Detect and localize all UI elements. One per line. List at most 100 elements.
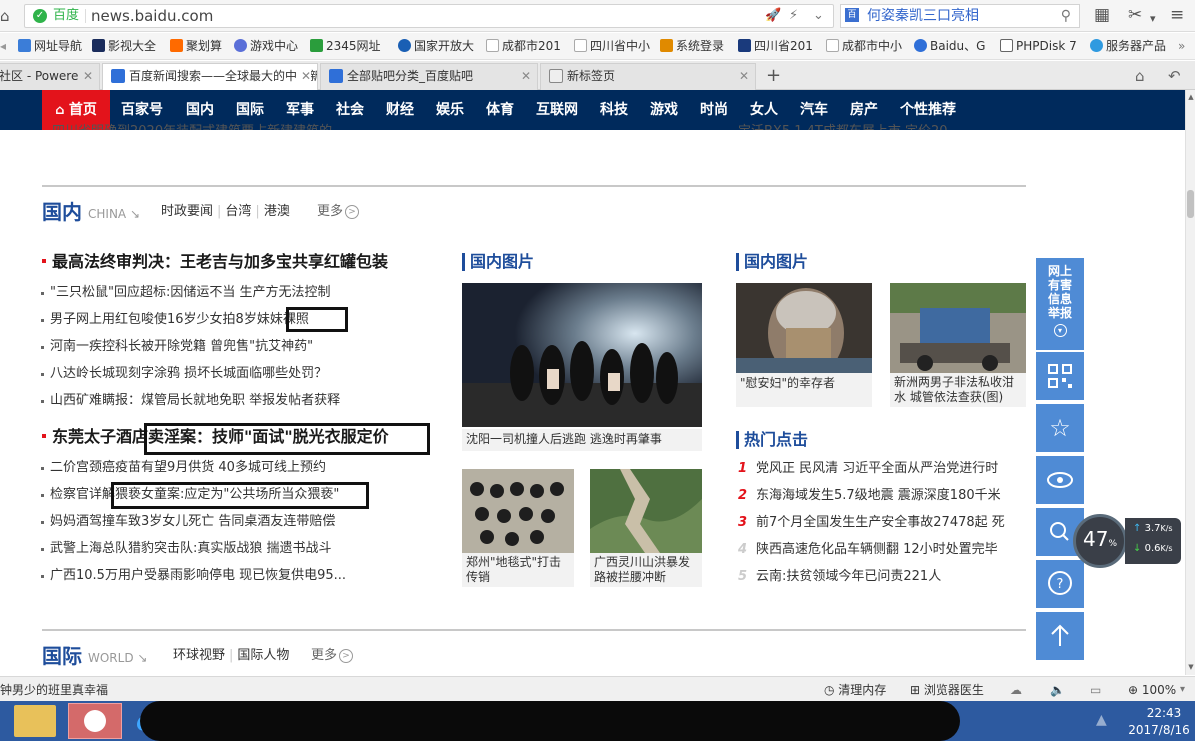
section-title-world[interactable]: 国际 [42, 644, 82, 668]
bookmark-item[interactable]: 成都市中小 [826, 38, 902, 55]
bookmark-item[interactable]: 2345网址 [310, 38, 381, 55]
bookmark-item[interactable]: 游戏中心 [234, 38, 298, 55]
close-icon[interactable]: ✕ [739, 64, 749, 89]
column-title-photos[interactable]: 国内图片 [462, 253, 534, 271]
sublink[interactable]: 国际人物 [237, 648, 289, 663]
scroll-down-arrow[interactable]: ▼ [1187, 662, 1195, 672]
new-tab-button[interactable]: + [766, 65, 781, 87]
search-input[interactable]: 何姿秦凯三口亮相 [867, 7, 979, 25]
bookmark-item[interactable]: PHPDisk 7 [1000, 38, 1077, 55]
browser-doctor-button[interactable]: ⊞ 浏览器医生 [910, 682, 984, 698]
bookmark-item[interactable]: 四川省中小 [574, 38, 650, 55]
photo-caption[interactable]: 沈阳一司机撞人后逃跑 逃逸时再肇事 [462, 429, 702, 451]
bookmark-item[interactable]: 聚划算 [170, 38, 222, 55]
close-icon[interactable]: ✕ [83, 64, 93, 89]
search-engine-icon[interactable]: 百 [845, 8, 859, 22]
bookmarks-more-icon[interactable]: » [1178, 38, 1185, 55]
sublink[interactable]: 港澳 [264, 204, 290, 219]
news-photo[interactable] [590, 469, 702, 553]
sublink[interactable]: 台湾 [225, 204, 251, 219]
bookmark-item[interactable]: 网址导航 [18, 38, 82, 55]
fullscreen-icon[interactable]: ▭ [1090, 682, 1101, 698]
report-button[interactable]: 网上有害信息举报 ▾ [1036, 258, 1084, 350]
bookmark-item[interactable]: 成都市201 [486, 38, 561, 55]
clock-date[interactable]: 2017/8/16 [1126, 722, 1192, 738]
column-title-hot[interactable]: 热门点击 [736, 431, 808, 449]
photo-caption[interactable]: 郑州"地毯式"打击传销 [462, 553, 574, 587]
photo-caption[interactable]: 广西灵川山洪暴发 路被拦腰冲断 [590, 553, 702, 587]
nav-item[interactable]: 游戏 [640, 90, 688, 130]
bookmark-item[interactable]: 服务器产品 [1090, 38, 1166, 55]
nav-item[interactable]: 时尚 [690, 90, 738, 130]
photo-caption[interactable]: 新洲两男子非法私收泔水 城管依法查获(图) [890, 373, 1026, 407]
search-box[interactable]: 百 何姿秦凯三口亮相 ⚲ [840, 4, 1080, 28]
hot-item[interactable]: 4 陕西高速危化品车辆侧翻 12小时处置完毕 [738, 542, 998, 558]
chevron-down-icon[interactable]: ▾ [1180, 682, 1185, 698]
chevron-down-icon[interactable]: ⌄ [813, 8, 824, 24]
sublink[interactable]: 环球视野 [173, 648, 225, 663]
news-photo[interactable] [736, 283, 872, 373]
bookmark-item[interactable]: 四川省201 [738, 38, 813, 55]
network-speed-widget[interactable]: 47% ↑ 3.7K/s ↓ 0.6K/s [1073, 514, 1183, 568]
library-icon[interactable]: ⌂ [1135, 67, 1145, 85]
status-news-ticker[interactable]: 钟男少的班里真幸福 [0, 682, 108, 698]
news-link[interactable]: 二价宫颈癌疫苗有望9月供货 40多城可线上预约 [41, 460, 326, 476]
news-link[interactable]: 男子网上用红包唆使16岁少女拍8岁妹妹裸照 [41, 312, 309, 328]
eye-button[interactable] [1036, 456, 1084, 504]
tab-baidu-news[interactable]: 百度新闻搜索——全球最大的中文新闻平台✕ [102, 63, 318, 90]
bookmark-item[interactable]: 影视大全 [92, 38, 156, 55]
qrcode-button[interactable] [1036, 352, 1084, 400]
file-explorer-icon[interactable] [14, 705, 56, 737]
nav-item[interactable]: 财经 [376, 90, 424, 130]
grid-apps-icon[interactable]: ▦ [1094, 5, 1110, 25]
scrollbar-thumb[interactable] [1187, 190, 1194, 218]
news-photo[interactable] [890, 283, 1026, 373]
section-title-domestic[interactable]: 国内 [42, 200, 82, 224]
clear-memory-button[interactable]: ◷ 清理内存 [824, 682, 886, 698]
photo-caption[interactable]: "慰安妇"的幸存者 [736, 373, 872, 407]
bookmark-item[interactable]: Baidu、G [914, 38, 985, 55]
home-icon[interactable]: ⌂ [0, 5, 18, 27]
news-link[interactable]: 妈妈酒驾撞车致3岁女儿死亡 告同桌酒友连带赔偿 [40, 514, 335, 530]
scissors-icon[interactable]: ✂ [1128, 5, 1142, 25]
hot-item[interactable]: 2 东海海域发生5.7级地震 震源深度180千米 [738, 488, 1001, 504]
url-field[interactable]: ✓ 百度 news.baidu.com 🚀 ⚡ ⌄ [24, 4, 834, 28]
star-icon[interactable]: ☆ [1036, 404, 1084, 452]
bookmark-overflow-icon[interactable]: ◂ [0, 38, 6, 55]
close-icon[interactable]: ✕ [521, 64, 531, 89]
lightning-icon[interactable]: ⚡ [789, 8, 798, 24]
headline-link[interactable]: 最高法终审判决：王老吉与加多宝共享红罐包装 [41, 252, 388, 272]
undo-icon[interactable]: ↶ [1168, 67, 1181, 85]
menu-icon[interactable]: ≡ [1170, 5, 1184, 25]
news-photo-main[interactable] [462, 283, 702, 427]
news-link[interactable]: 广西10.5万用户受暴雨影响停电 现已恢复供电95... [40, 568, 346, 584]
tray-icons[interactable]: ▲ [1096, 712, 1107, 728]
news-link[interactable]: 武警上海总队猎豹突击队:真实版战狼 揣遗书战斗 [41, 541, 332, 557]
news-link[interactable]: 山西矿难瞒报：煤管局长就地免职 举报发帖者获释 [40, 393, 340, 409]
nav-item[interactable]: 互联网 [526, 90, 588, 130]
nav-item[interactable]: 娱乐 [426, 90, 474, 130]
tab-tieba[interactable]: 全部贴吧分类_百度贴吧 ✕ [320, 63, 538, 90]
cloud-sync-icon[interactable]: ☁ [1010, 682, 1022, 698]
hot-item[interactable]: 1 党风正 民风清 习近平全面从严治党进行时 [738, 461, 998, 477]
search-icon[interactable]: ⚲ [1061, 7, 1071, 25]
news-photo[interactable] [462, 469, 574, 553]
column-title-photos[interactable]: 国内图片 [736, 253, 808, 271]
hot-item[interactable]: 3 前7个月全国发生生产安全事故27478起 死 [738, 515, 1005, 531]
back-to-top-button[interactable] [1036, 612, 1084, 660]
scroll-up-arrow[interactable]: ▲ [1187, 92, 1195, 102]
chevron-down-icon[interactable]: ▾ [1150, 9, 1156, 29]
more-link[interactable]: 更多 > [311, 648, 354, 664]
tab-new[interactable]: 新标签页 ✕ [540, 63, 756, 90]
bookmark-item[interactable]: 系统登录 [660, 38, 724, 55]
zoom-level[interactable]: ⊕ 100% [1128, 682, 1176, 698]
hot-item[interactable]: 5 云南:扶贫领域今年已问责221人 [738, 569, 941, 585]
tab-powered[interactable]: 社区 - Powere ✕ [0, 63, 100, 90]
sublink[interactable]: 时政要闻 [161, 204, 213, 219]
clock-time[interactable]: 22:43 [1138, 705, 1190, 721]
rocket-icon[interactable]: 🚀 [765, 8, 781, 24]
bookmark-item[interactable]: 国家开放大 [398, 38, 474, 55]
vertical-scrollbar[interactable]: ▲ ▼ [1185, 90, 1195, 675]
news-link[interactable]: "三只松鼠"回应超标:因储运不当 生产方无法控制 [40, 285, 330, 301]
news-link[interactable]: 河南一疾控科长被开除党籍 曾兜售"抗艾神药" [40, 339, 313, 355]
